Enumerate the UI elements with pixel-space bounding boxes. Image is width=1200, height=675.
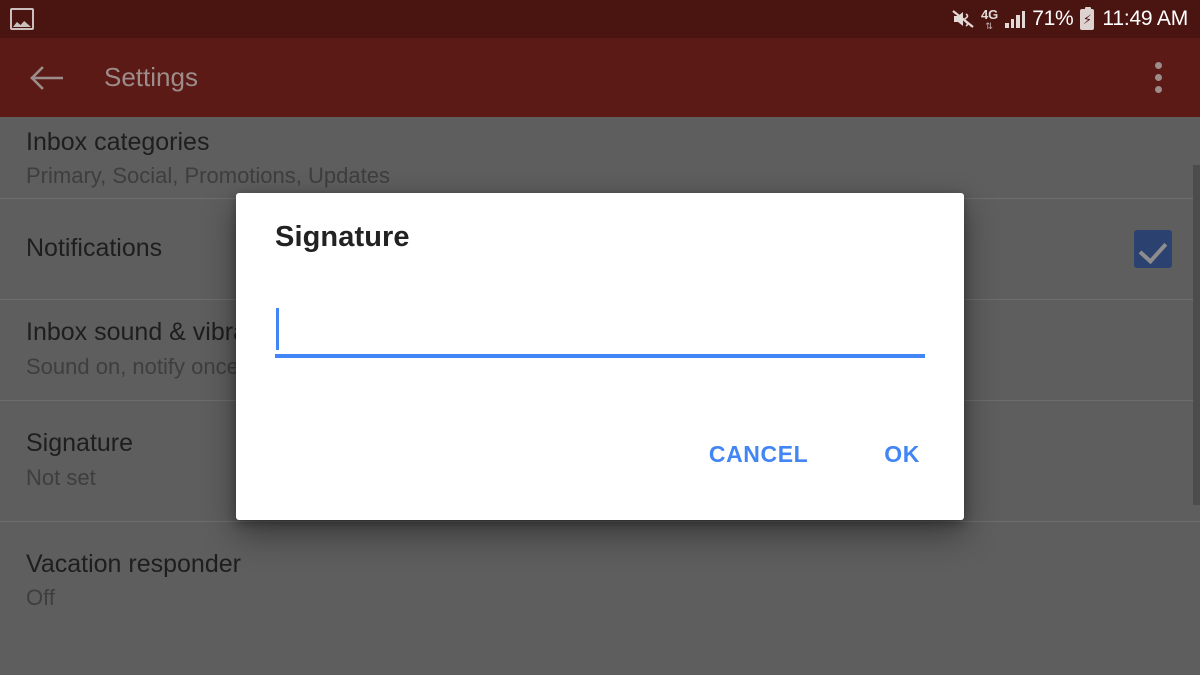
screenshot-image-icon	[10, 8, 34, 30]
settings-row-inbox-categories[interactable]: Inbox categories Primary, Social, Promot…	[0, 117, 1200, 198]
ok-button[interactable]: OK	[868, 433, 936, 476]
battery-percent-label: 71%	[1032, 7, 1074, 30]
row-texts: Vacation responder Off	[26, 550, 1172, 613]
network-type-icon: 4G ⇅	[981, 8, 998, 31]
clock-label: 11:49 AM	[1102, 7, 1188, 30]
overflow-dot	[1154, 74, 1162, 81]
network-type-label: 4G	[980, 6, 999, 22]
input-underline	[275, 354, 925, 358]
dialog-title: Signature	[275, 221, 410, 253]
signature-input-wrapper	[275, 306, 925, 358]
overflow-menu-icon[interactable]	[1136, 52, 1180, 104]
app-bar: Settings	[0, 38, 1200, 117]
signal-strength-icon	[1005, 10, 1026, 28]
settings-scrollbar-track[interactable]	[1193, 117, 1200, 675]
signature-dialog: Signature CANCEL OK	[236, 193, 964, 520]
settings-row-vacation-responder[interactable]: Vacation responder Off	[0, 521, 1200, 641]
back-arrow-icon[interactable]	[26, 58, 66, 98]
settings-scrollbar-thumb[interactable]	[1193, 165, 1200, 505]
status-bar: 4G ⇅ 71% ⚡ 11:49 AM	[0, 0, 1200, 38]
sound-mute-vibrate-icon	[952, 9, 974, 29]
dialog-actions: CANCEL OK	[693, 433, 936, 476]
notifications-checkbox[interactable]	[1134, 230, 1172, 268]
page-title: Settings	[104, 62, 198, 92]
row-title: Inbox categories	[26, 127, 210, 156]
data-transfer-arrows-icon: ⇅	[985, 20, 994, 31]
overflow-dot	[1154, 62, 1162, 69]
signature-input[interactable]	[275, 306, 925, 352]
row-subtitle: Off	[26, 585, 55, 611]
android-settings-screen: 4G ⇅ 71% ⚡ 11:49 AM Settings Inbox categ…	[0, 0, 1200, 675]
row-subtitle: Primary, Social, Promotions, Updates	[26, 163, 390, 189]
row-title: Vacation responder	[26, 549, 241, 578]
text-cursor	[276, 308, 279, 350]
charging-bolt-icon: ⚡	[1082, 11, 1092, 27]
row-texts: Inbox categories Primary, Social, Promot…	[26, 128, 1172, 191]
battery-charging-icon: ⚡	[1080, 6, 1095, 30]
status-bar-left-icons	[10, 8, 34, 30]
cancel-button[interactable]: CANCEL	[693, 433, 824, 476]
status-bar-right-icons: 4G ⇅ 71% ⚡ 11:49 AM	[952, 6, 1188, 31]
overflow-dot	[1154, 86, 1162, 93]
